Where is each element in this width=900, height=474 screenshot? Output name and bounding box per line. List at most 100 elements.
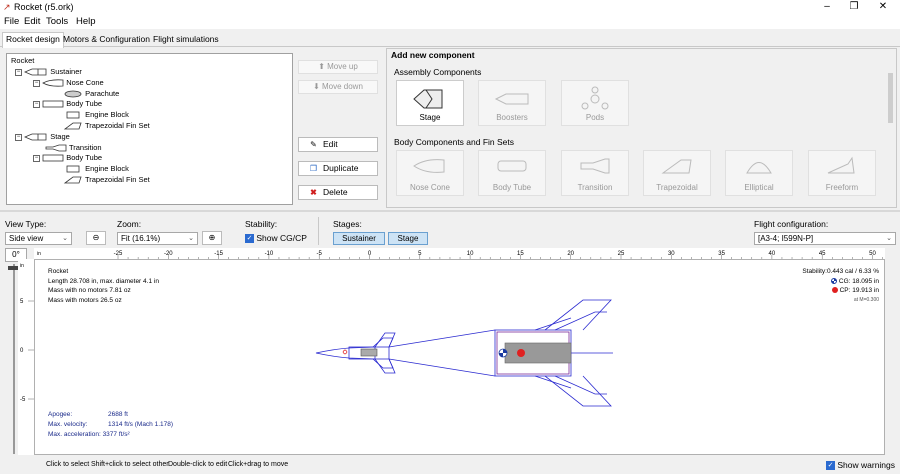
duplicate-label: Duplicate [323,163,359,173]
vertical-scrollbar[interactable] [886,259,896,455]
rotation-slider-track[interactable] [13,264,15,454]
zoom-label: Zoom: [117,219,142,229]
arrow-up-icon: ⬆ [318,62,325,71]
show-warnings-checkbox[interactable]: ✓ Show warnings [826,460,895,471]
tree-item-fin-set[interactable]: Trapezoidal Fin Set [63,121,150,130]
horizontal-ruler: -25-20-15-10-50510152025303540455055in [34,248,893,259]
ruler-tick-label: 35 [718,251,725,257]
tree-item-transition[interactable]: Transition [45,143,102,152]
zoom-in-button[interactable]: ⊕ [202,231,222,245]
view-controls: View Type: Side view ⌄ Zoom: ⊖ Fit (16.1%… [0,213,900,247]
zoom-select[interactable]: Fit (16.1%) ⌄ [117,232,198,245]
stage-icon [24,133,47,141]
add-freeform-label: Freeform [825,183,859,192]
tree-item-parachute[interactable]: Parachute [63,89,119,98]
stage-toggle-stage[interactable]: Stage [388,232,428,245]
tree-item-body-tube[interactable]: − Body Tube [33,99,102,108]
add-pods-label: Pods [585,113,605,122]
zoom-out-button[interactable]: ⊖ [86,231,106,245]
delete-label: Delete [323,187,348,197]
ruler-tick-label: 0 [368,251,372,257]
body-section-title: Body Components and Fin Sets [394,137,515,147]
tree-item-label: Transition [68,143,102,152]
acceleration-label: Max. acceleration: [48,431,101,438]
parachute-icon [64,90,82,98]
hint-drag: Click+drag to move [228,461,289,468]
split-divider[interactable] [0,210,900,212]
stage-toggle-sustainer[interactable]: Sustainer [333,232,385,245]
rocket-figure-canvas[interactable]: Rocket Length 28.708 in, max. diameter 4… [34,259,885,455]
close-button[interactable]: ✕ [872,0,894,15]
tree-item-stage[interactable]: − Stage [15,132,70,141]
add-transition-button[interactable]: Transition [561,150,629,196]
add-trapezoidal-fin-button[interactable]: Trapezoidal [643,150,711,196]
collapse-icon[interactable]: − [15,68,22,76]
ruler-tick-label: 40 [769,251,776,257]
tab-rocket-design[interactable]: Rocket design [2,32,64,48]
add-pods-button[interactable]: Pods [561,80,629,126]
duplicate-button[interactable]: ❐ Duplicate [298,161,378,176]
view-type-label: View Type: [5,219,47,229]
tab-motors-configuration[interactable]: Motors & Configuration [60,33,153,47]
tree-item-rocket[interactable]: Rocket [11,56,34,65]
delete-button[interactable]: ✖ Delete [298,185,378,200]
menu-edit[interactable]: Edit [24,16,40,27]
app-icon: ↗ [3,2,11,12]
add-stage-button[interactable]: Stage [396,80,464,126]
tree-item-label: Parachute [85,89,120,98]
flight-config-select[interactable]: [A3-4; I599N-P] ⌄ [754,232,896,245]
tree-item-nose-cone[interactable]: − Nose Cone [33,78,104,87]
show-cgcp-checkbox[interactable]: ✓ Show CG/CP [245,233,307,244]
move-down-button[interactable]: ⬇ Move down [298,80,378,94]
add-elliptical-label: Elliptical [744,183,774,192]
tree-item-fin-set-2[interactable]: Trapezoidal Fin Set [63,175,150,184]
edit-label: Edit [323,139,338,149]
checkbox-checked-icon: ✓ [826,461,835,471]
menu-tools[interactable]: Tools [46,16,68,27]
title-bar: ↗ Rocket (r5.ork) – ❐ ✕ [0,0,900,15]
minimize-button[interactable]: – [816,0,838,15]
nose-cone-icon [42,79,64,87]
menu-help[interactable]: Help [76,16,96,27]
tree-item-body-tube-2[interactable]: − Body Tube [33,153,102,162]
menu-file[interactable]: File [4,16,19,27]
add-boosters-button[interactable]: Boosters [478,80,546,126]
maximize-button[interactable]: ❐ [843,0,865,15]
collapse-icon[interactable]: − [33,154,40,162]
ruler-tick-label: 0 [20,348,24,354]
ruler-tick-label: 25 [618,251,625,257]
engine-block-icon [66,111,80,119]
body-tube-icon [42,154,64,162]
tree-item-label: Rocket [11,56,35,65]
move-up-button[interactable]: ⬆ Move up [298,60,378,74]
ruler-tick-label: -10 [265,251,274,257]
move-down-label: Move down [322,82,363,91]
edit-button[interactable]: ✎ Edit [298,137,378,152]
collapse-icon[interactable]: − [33,100,40,108]
velocity-value: 1314 ft/s (Mach 1.178) [108,421,174,428]
chevron-down-icon: ⌄ [886,235,892,242]
ruler-tick-label: -25 [114,251,123,257]
tab-flight-simulations[interactable]: Flight simulations [150,33,222,47]
booster-motor [504,342,572,364]
status-bar: Click to select Shift+click to select ot… [0,457,900,474]
tree-item-label: Engine Block [85,164,129,173]
add-body-tube-button[interactable]: Body Tube [478,150,546,196]
panel-scrollbar[interactable] [888,73,893,123]
add-elliptical-fin-button[interactable]: Elliptical [725,150,793,196]
add-freeform-fin-button[interactable]: Freeform [808,150,876,196]
view-type-select[interactable]: Side view ⌄ [5,232,72,245]
collapse-icon[interactable]: − [15,133,22,141]
add-nose-cone-button[interactable]: Nose Cone [396,150,464,196]
collapse-icon[interactable]: − [33,79,40,87]
view-type-value: Side view [9,234,44,243]
tree-item-engine-block-2[interactable]: Engine Block [63,164,129,173]
flight-config-value: [A3-4; I599N-P] [758,234,814,243]
ruler-tick-label: 15 [517,251,524,257]
tree-item-engine-block[interactable]: Engine Block [63,110,129,119]
chevron-down-icon: ⌄ [62,235,68,242]
stage-icon [413,89,443,109]
checkbox-checked-icon: ✓ [245,234,254,244]
tree-item-sustainer[interactable]: − Sustainer [15,67,82,76]
boosters-icon [494,93,529,105]
